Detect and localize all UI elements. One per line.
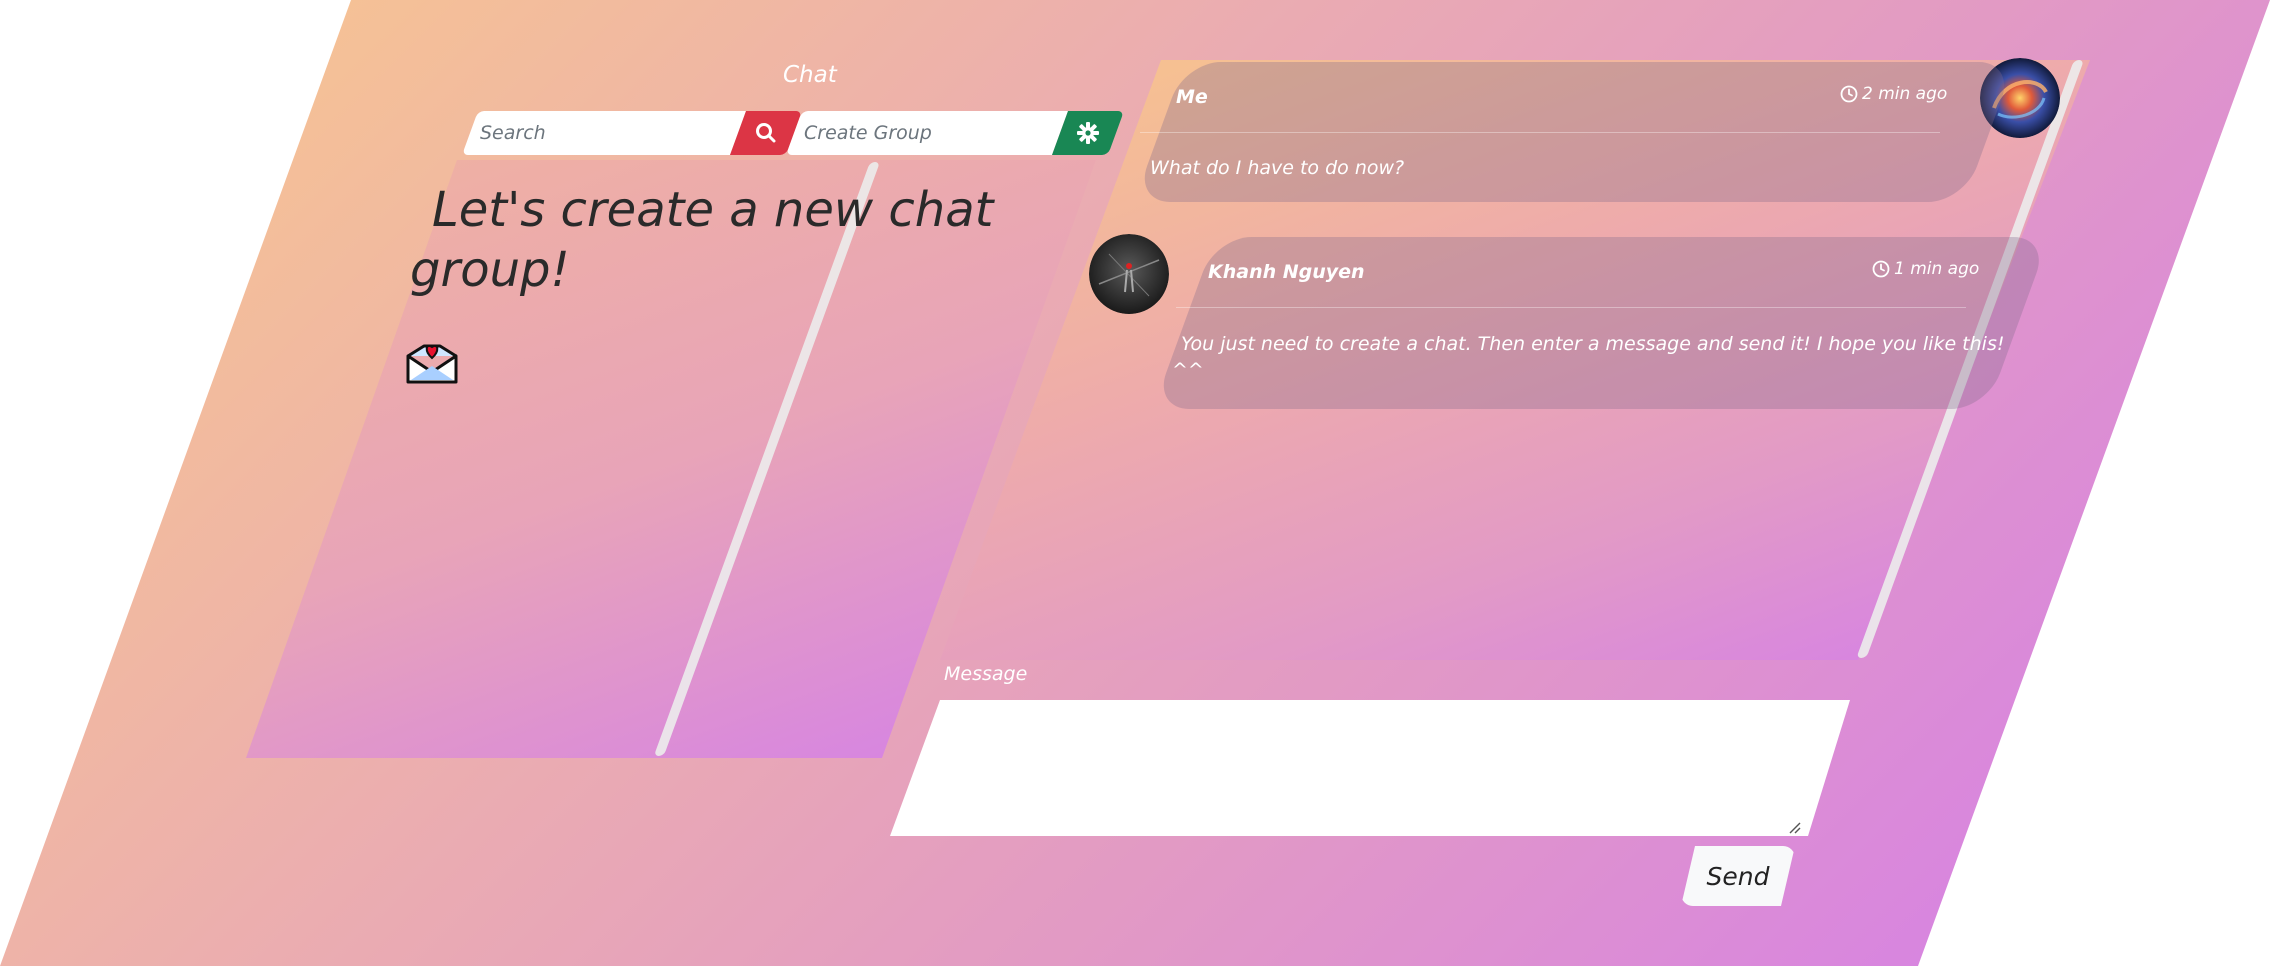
message-time-text: 2 min ago bbox=[1862, 84, 1948, 104]
message-time-text: 1 min ago bbox=[1894, 259, 1980, 279]
message-label: Message bbox=[944, 663, 1028, 685]
clock-icon bbox=[1840, 85, 1858, 103]
create-group-input-group bbox=[786, 111, 1069, 155]
search-input-group bbox=[462, 111, 747, 155]
send-button[interactable]: Send bbox=[1681, 846, 1795, 906]
empty-state-title-line1: Let's create a new chat bbox=[432, 182, 994, 238]
search-input[interactable] bbox=[462, 111, 730, 155]
chat-title: Chat bbox=[783, 62, 837, 88]
message-sender: Khanh Nguyen bbox=[1208, 261, 1365, 283]
empty-state-title: Let's create a new chat group! bbox=[410, 180, 1052, 300]
message-text-line1: You just need to create a chat. Then ent… bbox=[1181, 333, 2005, 355]
message-time: 2 min ago bbox=[1840, 84, 1947, 104]
gear-icon bbox=[1077, 122, 1100, 144]
message-input[interactable] bbox=[930, 700, 1810, 836]
message-text: What do I have to do now? bbox=[1150, 157, 1405, 179]
create-group-input[interactable] bbox=[786, 111, 1052, 155]
resize-handle-icon[interactable] bbox=[1788, 821, 1802, 835]
avatar bbox=[1089, 234, 1169, 314]
message-divider bbox=[1176, 307, 1966, 308]
dark-avatar-image bbox=[1089, 234, 1169, 314]
message-time: 1 min ago bbox=[1872, 259, 1979, 279]
message-input-box bbox=[890, 700, 1850, 836]
search-icon bbox=[756, 123, 776, 143]
empty-state-title-line2: group! bbox=[410, 242, 570, 298]
love-letter-icon bbox=[406, 344, 458, 384]
clock-icon bbox=[1872, 260, 1890, 278]
message-text-line2: ^^ bbox=[1172, 359, 1204, 381]
message-divider bbox=[1140, 132, 1940, 133]
message-sender: Me bbox=[1176, 86, 1208, 108]
